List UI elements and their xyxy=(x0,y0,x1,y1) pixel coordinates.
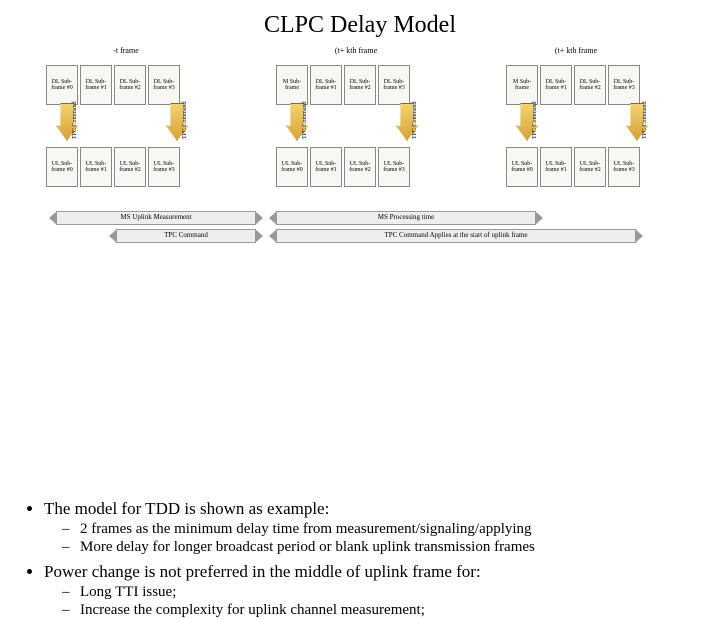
dl-subframe: DL Sub-frame #2 xyxy=(574,65,606,105)
bullet-power-change: Power change is not preferred in the mid… xyxy=(44,562,704,619)
frame-label: (t+ kth frame xyxy=(316,47,396,55)
ul-subframe: UL Sub-frame #1 xyxy=(80,147,112,187)
ul-subframe: UL Sub-frame #3 xyxy=(378,147,410,187)
dl-group: M Sub-frame DL Sub-frame #1 DL Sub-frame… xyxy=(276,65,410,105)
tpc-label: TPC Command xyxy=(302,101,308,139)
tpc-label: TPC Command xyxy=(182,101,188,139)
ul-subframe: UL Sub-frame #1 xyxy=(310,147,342,187)
ul-subframe: UL Sub-frame #2 xyxy=(574,147,606,187)
bar-tpc-applies: TPC Command Applies at the start of upli… xyxy=(276,229,636,243)
subbullet-complexity: Increase the complexity for uplink chann… xyxy=(80,602,704,619)
ul-subframe: UL Sub-frame #3 xyxy=(608,147,640,187)
tpc-label: TPC Command xyxy=(532,101,538,139)
timing-bars: MS Uplink Measurement MS Processing time… xyxy=(16,211,704,251)
subbullet-long-tti: Long TTI issue; xyxy=(80,584,704,601)
dl-subframe: DL Sub-frame #1 xyxy=(310,65,342,105)
bar-processing-time: MS Processing time xyxy=(276,211,536,225)
dl-group: DL Sub-frame #0 DL Sub-frame #1 DL Sub-f… xyxy=(46,65,180,105)
dl-subframe: DL Sub-frame #3 xyxy=(378,65,410,105)
dl-subframe: DL Sub-frame #1 xyxy=(540,65,572,105)
ul-group: UL Sub-frame #0 UL Sub-frame #1 UL Sub-f… xyxy=(506,147,640,187)
subbullet-min-delay: 2 frames as the minimum delay time from … xyxy=(80,521,704,538)
ul-subframe: UL Sub-frame #0 xyxy=(506,147,538,187)
dl-subframe: M Sub-frame xyxy=(506,65,538,105)
bullet-text: Power change is not preferred in the mid… xyxy=(44,562,481,581)
bar-uplink-measurement: MS Uplink Measurement xyxy=(56,211,256,225)
slide-title: CLPC Delay Model xyxy=(16,12,704,39)
frame-label: (t+ kth frame xyxy=(536,47,616,55)
ul-subframe: UL Sub-frame #2 xyxy=(114,147,146,187)
dl-subframe: M Sub-frame xyxy=(276,65,308,105)
frame-label-row: -t frame (t+ kth frame (t+ kth frame xyxy=(16,47,704,61)
ul-subframe: UL Sub-frame #0 xyxy=(46,147,78,187)
ul-subframe: UL Sub-frame #2 xyxy=(344,147,376,187)
tpc-label: TPC Command xyxy=(642,101,648,139)
dl-subframe: DL Sub-frame #3 xyxy=(608,65,640,105)
delay-model-diagram: -t frame (t+ kth frame (t+ kth frame DL … xyxy=(16,47,704,267)
dl-subframe: DL Sub-frame #0 xyxy=(46,65,78,105)
frame-label: -t frame xyxy=(86,47,166,55)
bullet-tdd-model: The model for TDD is shown as example: 2… xyxy=(44,499,704,556)
dl-subframe: DL Sub-frame #2 xyxy=(344,65,376,105)
ul-subframe: UL Sub-frame #1 xyxy=(540,147,572,187)
subbullet-more-delay: More delay for longer broadcast period o… xyxy=(80,539,704,556)
dl-subframe: DL Sub-frame #1 xyxy=(80,65,112,105)
ul-subframe: UL Sub-frame #0 xyxy=(276,147,308,187)
slide: CLPC Delay Model -t frame (t+ kth frame … xyxy=(0,0,720,540)
dl-group: M Sub-frame DL Sub-frame #1 DL Sub-frame… xyxy=(506,65,640,105)
tpc-label: TPC Command xyxy=(412,101,418,139)
bar-tpc-command: TPC Command xyxy=(116,229,256,243)
tpc-label: TPC Command xyxy=(72,101,78,139)
ul-row: UL Sub-frame #0 UL Sub-frame #1 UL Sub-f… xyxy=(16,147,704,195)
dl-subframe: DL Sub-frame #3 xyxy=(148,65,180,105)
ul-group: UL Sub-frame #0 UL Sub-frame #1 UL Sub-f… xyxy=(276,147,410,187)
ul-subframe: UL Sub-frame #3 xyxy=(148,147,180,187)
tpc-arrow-row: TPC Command TPC Command TPC Command TPC … xyxy=(16,103,704,143)
bullet-text: The model for TDD is shown as example: xyxy=(44,499,329,518)
dl-subframe: DL Sub-frame #2 xyxy=(114,65,146,105)
bullet-content: The model for TDD is shown as example: 2… xyxy=(16,499,704,619)
ul-group: UL Sub-frame #0 UL Sub-frame #1 UL Sub-f… xyxy=(46,147,180,187)
